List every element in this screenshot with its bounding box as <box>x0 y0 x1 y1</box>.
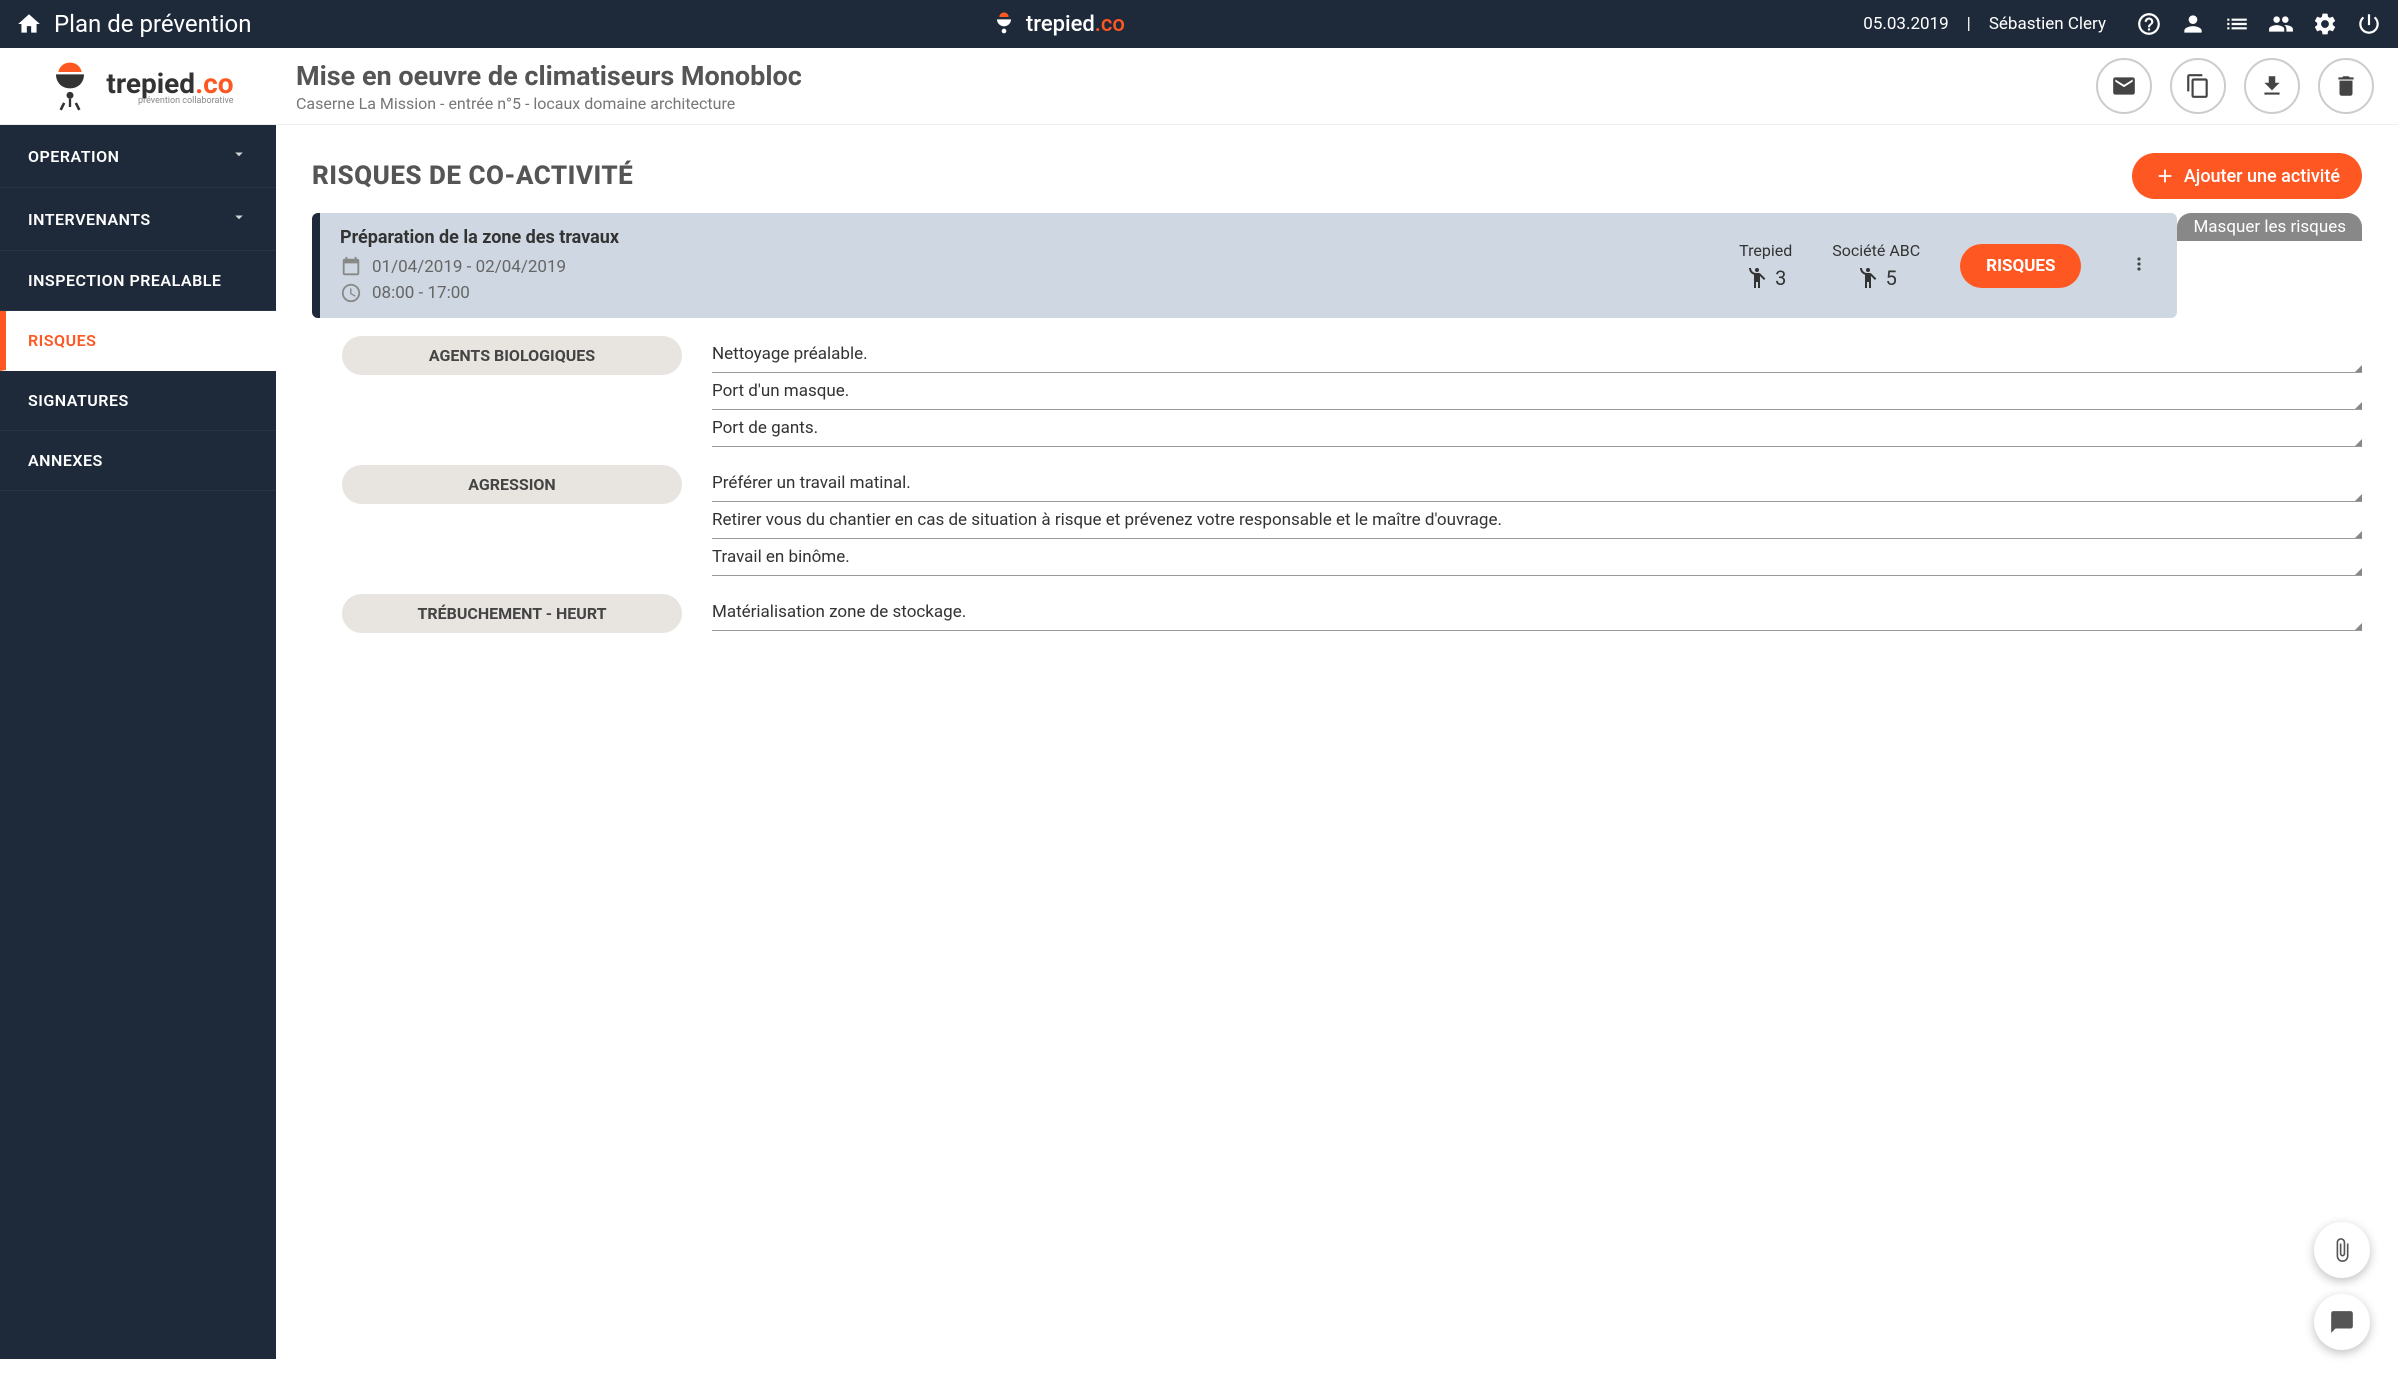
sidebar-item-label: INSPECTION PREALABLE <box>28 271 221 290</box>
chevron-down-icon <box>230 208 248 230</box>
risk-category: AGRESSION <box>342 465 682 504</box>
topbar-icons <box>2136 11 2382 37</box>
activity-time-text: 08:00 - 17:00 <box>372 283 470 303</box>
topbar-user: Sébastien Clery <box>1989 14 2106 34</box>
measure-field[interactable]: Retirer vous du chantier en cas de situa… <box>712 502 2362 539</box>
company-trepied: Trepied 3 <box>1739 241 1792 290</box>
company-name: Trepied <box>1739 241 1792 260</box>
brand-logo-icon <box>990 10 1018 38</box>
plus-icon <box>2154 165 2176 187</box>
help-icon[interactable] <box>2136 11 2162 37</box>
topbar-separator: | <box>1967 14 1971 34</box>
sidebar-item-label: RISQUES <box>28 331 96 350</box>
hide-risks-button[interactable]: Masquer les risques <box>2177 213 2362 241</box>
sidebar-item-inspection[interactable]: INSPECTION PREALABLE <box>0 251 276 311</box>
company-abc: Société ABC 5 <box>1832 241 1920 290</box>
activity-title: Préparation de la zone des travaux <box>340 227 1699 248</box>
risk-rows: AGENTS BIOLOGIQUES Nettoyage préalable. … <box>312 318 2362 633</box>
topbar-date: 05.03.2019 <box>1863 14 1948 34</box>
person-standing-icon <box>1745 266 1769 290</box>
fab-stack <box>2314 1222 2370 1350</box>
risk-row: AGENTS BIOLOGIQUES Nettoyage préalable. … <box>312 318 2362 447</box>
risk-measures: Nettoyage préalable. Port d'un masque. P… <box>712 336 2362 447</box>
chat-fab[interactable] <box>2314 1294 2370 1350</box>
home-icon[interactable] <box>16 11 42 37</box>
measure-field[interactable]: Port d'un masque. <box>712 373 2362 410</box>
copy-button[interactable] <box>2170 58 2226 114</box>
sidebar-item-annexes[interactable]: ANNEXES <box>0 431 276 491</box>
person-icon[interactable] <box>2180 11 2206 37</box>
power-icon[interactable] <box>2356 11 2382 37</box>
body: OPERATION INTERVENANTS INSPECTION PREALA… <box>0 125 2398 1359</box>
clock-icon <box>340 282 362 304</box>
sidebar-item-label: OPERATION <box>28 147 119 166</box>
measure-field[interactable]: Port de gants. <box>712 410 2362 447</box>
sidebar-item-label: SIGNATURES <box>28 391 129 410</box>
topbar: Plan de prévention trepied.co 05.03.2019… <box>0 0 2398 48</box>
company-count: 5 <box>1832 266 1920 290</box>
activity-card: Préparation de la zone des travaux 01/04… <box>312 213 2177 318</box>
calendar-icon <box>340 256 362 278</box>
project-subtitle: Caserne La Mission - entrée n°5 - locaux… <box>296 94 2076 113</box>
brand-text-1: trepied <box>1026 12 1095 37</box>
sidebar: OPERATION INTERVENANTS INSPECTION PREALA… <box>0 125 276 1359</box>
brand-name: trepied.co <box>106 67 233 100</box>
risques-button[interactable]: RISQUES <box>1960 244 2081 288</box>
brand: trepied.co prévention collaborative <box>0 58 276 114</box>
header-actions <box>2096 58 2374 114</box>
people-icon[interactable] <box>2268 11 2294 37</box>
settings-icon[interactable] <box>2312 11 2338 37</box>
sidebar-item-signatures[interactable]: SIGNATURES <box>0 371 276 431</box>
list-icon[interactable] <box>2224 11 2250 37</box>
activity-time: 08:00 - 17:00 <box>340 282 1699 304</box>
measure-field[interactable]: Travail en binôme. <box>712 539 2362 576</box>
sidebar-item-label: ANNEXES <box>28 451 103 470</box>
risk-category: TRÉBUCHEMENT - HEURT <box>342 594 682 633</box>
measure-field[interactable]: Préférer un travail matinal. <box>712 465 2362 502</box>
sidebar-item-label: INTERVENANTS <box>28 210 151 229</box>
more-icon[interactable] <box>2121 246 2157 286</box>
brand-text-2: .co <box>1095 12 1125 37</box>
page-title: RISQUES DE CO-ACTIVITÉ <box>312 161 633 191</box>
risk-row: AGRESSION Préférer un travail matinal. R… <box>312 447 2362 576</box>
activity-date: 01/04/2019 - 02/04/2019 <box>340 256 1699 278</box>
add-button-label: Ajouter une activité <box>2184 166 2340 187</box>
delete-button[interactable] <box>2318 58 2374 114</box>
download-button[interactable] <box>2244 58 2300 114</box>
topbar-right: 05.03.2019 | Sébastien Clery <box>1863 11 2382 37</box>
activity-date-text: 01/04/2019 - 02/04/2019 <box>372 257 566 277</box>
chevron-down-icon <box>230 145 248 167</box>
attach-fab[interactable] <box>2314 1222 2370 1278</box>
activity-main: Préparation de la zone des travaux 01/04… <box>340 227 1699 304</box>
company-count-value: 3 <box>1775 266 1786 290</box>
project-info: Mise en oeuvre de climatiseurs Monobloc … <box>296 60 2076 113</box>
headerbar: trepied.co prévention collaborative Mise… <box>0 48 2398 125</box>
add-activity-button[interactable]: Ajouter une activité <box>2132 153 2362 199</box>
risk-category: AGENTS BIOLOGIQUES <box>342 336 682 375</box>
company-name: Société ABC <box>1832 241 1920 260</box>
email-button[interactable] <box>2096 58 2152 114</box>
measure-field[interactable]: Matérialisation zone de stockage. <box>712 594 2362 631</box>
sidebar-item-intervenants[interactable]: INTERVENANTS <box>0 188 276 251</box>
sidebar-item-risques[interactable]: RISQUES <box>0 311 276 371</box>
risk-measures: Préférer un travail matinal. Retirer vou… <box>712 465 2362 576</box>
topbar-left: Plan de prévention <box>16 10 252 38</box>
company-count: 3 <box>1739 266 1792 290</box>
main-content: RISQUES DE CO-ACTIVITÉ Ajouter une activ… <box>276 125 2398 1359</box>
measure-field[interactable]: Nettoyage préalable. <box>712 336 2362 373</box>
risk-measures: Matérialisation zone de stockage. <box>712 594 2362 631</box>
company-count-value: 5 <box>1886 266 1897 290</box>
risk-row: TRÉBUCHEMENT - HEURT Matérialisation zon… <box>312 576 2362 633</box>
sidebar-item-operation[interactable]: OPERATION <box>0 125 276 188</box>
person-standing-icon <box>1856 266 1880 290</box>
topbar-brand: trepied.co <box>266 10 1850 38</box>
project-title: Mise en oeuvre de climatiseurs Monobloc <box>296 60 2076 92</box>
breadcrumb: Plan de prévention <box>54 10 252 38</box>
brand-logo-icon <box>42 58 98 114</box>
page-head: RISQUES DE CO-ACTIVITÉ Ajouter une activ… <box>312 153 2362 199</box>
